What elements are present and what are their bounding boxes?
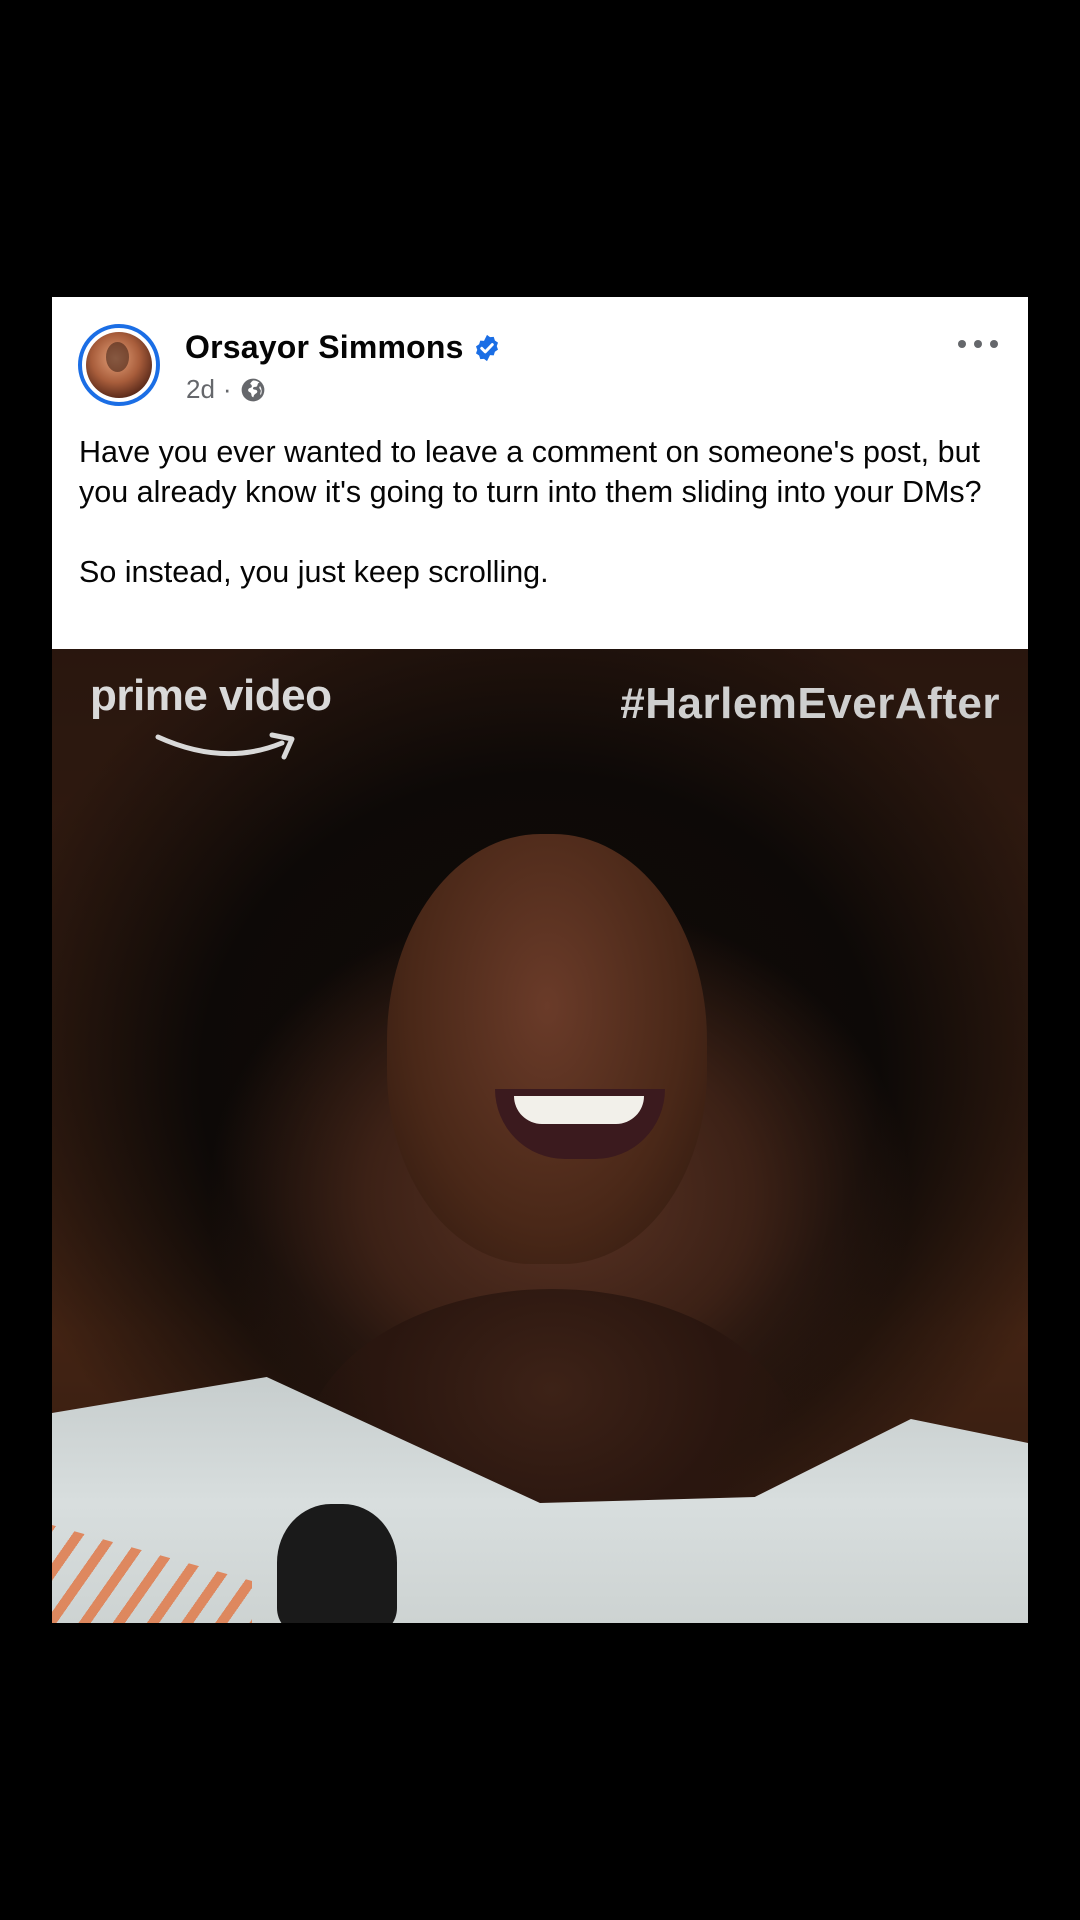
prime-video-smile-icon <box>155 732 295 760</box>
author-avatar-ring[interactable] <box>78 324 160 406</box>
media-shirt-pattern <box>277 1504 397 1623</box>
more-dot <box>974 340 982 348</box>
more-dot <box>990 340 998 348</box>
verified-badge-icon <box>475 334 498 361</box>
meta-separator: · <box>222 374 232 404</box>
post-text-paragraph: So instead, you just keep scrolling. <box>79 555 549 589</box>
post-card: Orsayor Simmons 2d · Have you ever wante… <box>52 297 1028 1623</box>
more-options-icon[interactable] <box>958 337 998 351</box>
author-name-row: Orsayor Simmons <box>185 329 502 366</box>
post-header: Orsayor Simmons 2d · Have you ever wante… <box>52 297 1028 649</box>
post-media-video[interactable]: prime video #HarlemEverAfter <box>52 649 1028 1623</box>
globe-icon[interactable] <box>240 377 266 403</box>
post-text-paragraph: Have you ever wanted to leave a comment … <box>79 435 982 509</box>
media-figure-teeth <box>514 1096 644 1124</box>
post-meta: 2d · <box>186 374 266 405</box>
media-figure-face <box>387 834 707 1264</box>
post-timestamp[interactable]: 2d <box>186 374 215 405</box>
post-text: Have you ever wanted to leave a comment … <box>79 432 1009 592</box>
prime-video-logo: prime video <box>90 671 332 720</box>
author-name[interactable]: Orsayor Simmons <box>185 329 464 366</box>
avatar[interactable] <box>86 332 152 398</box>
media-hashtag: #HarlemEverAfter <box>620 679 1000 728</box>
more-dot <box>958 340 966 348</box>
